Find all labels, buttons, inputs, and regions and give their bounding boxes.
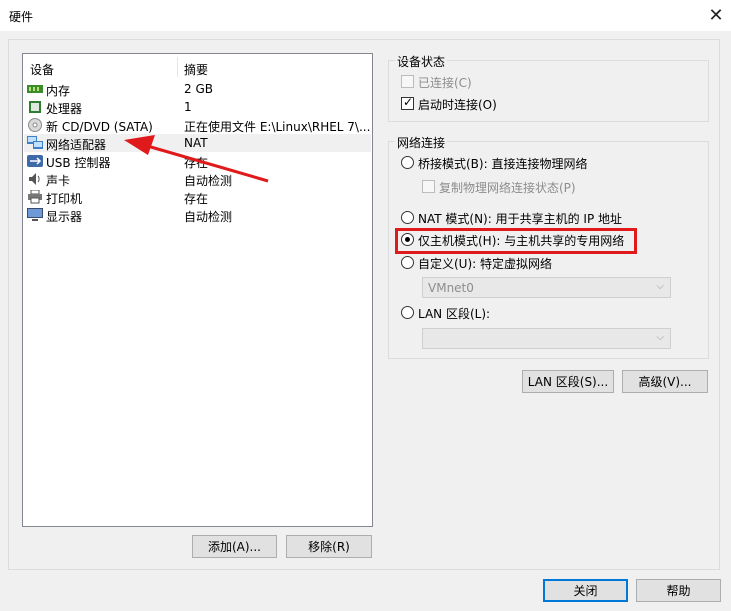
chevron-down-icon: ⌵ — [656, 332, 664, 343]
close-button[interactable]: 关闭 — [543, 579, 628, 602]
device-summary: 存在 — [184, 156, 209, 170]
device-name: 声卡 — [46, 174, 71, 188]
sound-icon — [29, 173, 40, 185]
device-row-processor[interactable]: 处理器 1 — [24, 98, 371, 116]
device-name: 新 CD/DVD (SATA) — [46, 120, 153, 134]
window-title: 硬件 — [9, 10, 34, 24]
device-name: 处理器 — [46, 102, 83, 116]
title-bar: 硬件 ✕ — [0, 0, 731, 31]
custom-radio[interactable] — [401, 256, 414, 269]
network-connection-title: 网络连接 — [395, 134, 448, 151]
device-summary: 1 — [184, 100, 192, 114]
device-summary: 自动检测 — [184, 174, 233, 188]
device-summary: 2 GB — [184, 82, 213, 96]
device-status-title: 设备状态 — [395, 53, 448, 70]
network-adapter-icon — [27, 136, 43, 149]
lan-segment-radio[interactable] — [401, 306, 414, 319]
advanced-button[interactable]: 高级(V)... — [622, 370, 708, 393]
custom-network-select[interactable]: VMnet0 ⌵ — [422, 277, 671, 298]
column-header-summary[interactable]: 摘要 — [184, 61, 208, 78]
close-window-icon[interactable]: ✕ — [701, 0, 731, 31]
check-icon: ✓ — [403, 95, 414, 109]
device-row-printer[interactable]: 打印机 存在 — [24, 188, 371, 206]
replicate-state-label[interactable]: 复制物理网络连接状态(P) — [439, 179, 576, 196]
nat-label[interactable]: NAT 模式(N): 用于共享主机的 IP 地址 — [418, 210, 622, 227]
device-name: USB 控制器 — [46, 156, 111, 170]
device-row-memory[interactable]: 内存 2 GB — [24, 80, 371, 98]
device-row-display[interactable]: 显示器 自动检测 — [24, 206, 371, 224]
device-row-network-adapter[interactable]: 网络适配器 NAT — [24, 134, 371, 152]
bridged-label[interactable]: 桥接模式(B): 直接连接物理网络 — [418, 155, 587, 172]
usb-icon — [27, 155, 43, 167]
cpu-icon — [29, 101, 41, 113]
column-header-device[interactable]: 设备 — [30, 61, 54, 78]
device-summary: 自动检测 — [184, 210, 233, 224]
cd-icon — [28, 118, 42, 132]
device-row-sound[interactable]: 声卡 自动检测 — [24, 170, 371, 188]
lan-segment-label[interactable]: LAN 区段(L): — [418, 305, 490, 322]
device-summary: 存在 — [184, 192, 209, 206]
custom-label[interactable]: 自定义(U): 特定虚拟网络 — [418, 255, 552, 272]
device-row-usb[interactable]: USB 控制器 存在 — [24, 152, 371, 170]
help-button[interactable]: 帮助 — [636, 579, 721, 602]
device-summary: 正在使用文件 E:\Linux\RHEL 7\... — [184, 120, 371, 134]
device-name: 打印机 — [46, 192, 83, 206]
device-list[interactable]: 设备 摘要 内存 2 GB 处理器 1 新 CD/DVD (SATA) 正在使用… — [22, 53, 373, 527]
custom-network-value: VMnet0 — [428, 281, 474, 295]
connect-at-power-on-label[interactable]: 启动时连接(O) — [418, 96, 497, 113]
connect-at-power-on-checkbox[interactable]: ✓ — [401, 95, 414, 110]
host-only-highlight-box — [395, 228, 637, 254]
add-device-button[interactable]: 添加(A)... — [192, 535, 277, 558]
memory-icon — [27, 85, 43, 93]
device-summary: NAT — [184, 136, 208, 150]
device-name: 内存 — [46, 84, 71, 98]
device-name: 显示器 — [46, 210, 83, 224]
lan-segments-button[interactable]: LAN 区段(S)... — [522, 370, 614, 393]
remove-device-button[interactable]: 移除(R) — [286, 535, 372, 558]
connected-checkbox[interactable] — [401, 75, 414, 88]
connected-label[interactable]: 已连接(C) — [418, 74, 472, 91]
display-icon — [27, 208, 43, 221]
chevron-down-icon: ⌵ — [656, 281, 664, 292]
nat-radio[interactable] — [401, 211, 414, 224]
device-row-cd-dvd[interactable]: 新 CD/DVD (SATA) 正在使用文件 E:\Linux\RHEL 7\.… — [24, 116, 371, 134]
replicate-state-checkbox[interactable] — [422, 180, 435, 193]
bridged-radio[interactable] — [401, 156, 414, 169]
printer-icon — [28, 190, 42, 204]
column-separator[interactable] — [177, 57, 178, 77]
device-name: 网络适配器 — [46, 138, 107, 152]
lan-segment-select[interactable]: ⌵ — [422, 328, 671, 349]
